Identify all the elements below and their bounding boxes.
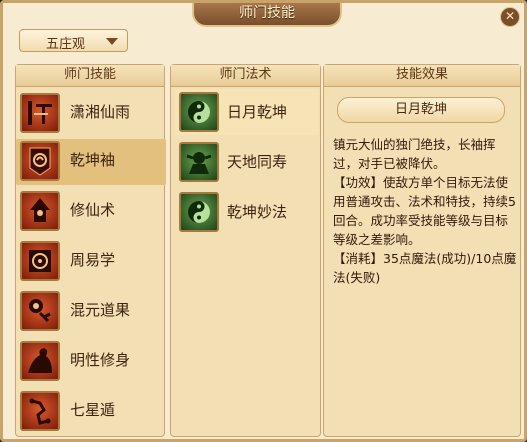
skills-panel-header: 师门技能 <box>16 65 164 87</box>
effect-line: 【功效】使敌方单个目标无法使用普通攻击、法术和特技，持续5回合。成功率受技能等级… <box>333 175 516 247</box>
rain-icon <box>20 93 60 133</box>
skill-label: 乾坤袖 <box>70 151 116 169</box>
effect-panel-header: 技能效果 <box>324 65 520 87</box>
window-title: 师门技能 <box>192 3 342 27</box>
skill-item-hunyuandaoguo[interactable]: 混元道果 <box>16 289 166 335</box>
skill-item-qixingdun[interactable]: 七星遁 <box>16 389 166 435</box>
sun-moon-icon <box>179 92 219 132</box>
spell-label: 天地同寿 <box>227 153 288 171</box>
skill-label: 混元道果 <box>70 301 131 319</box>
dao-fruit-icon <box>20 291 60 331</box>
skill-label: 明性修身 <box>70 351 131 369</box>
effect-panel: 技能效果 日月乾坤 镇元大仙的独门绝技，长袖挥过，对手已被降伏。【功效】使敌方单… <box>323 64 521 437</box>
sleeve-icon <box>20 141 60 181</box>
spell-item-qiankunmiaofa[interactable]: 乾坤妙法 <box>175 189 318 235</box>
spell-name-banner: 日月乾坤 <box>337 97 505 123</box>
chevron-down-icon <box>106 38 118 45</box>
skill-label: 潇湘仙雨 <box>70 103 131 121</box>
sect-dropdown-value: 五庄观 <box>46 37 86 52</box>
heaven-earth-icon <box>179 142 219 182</box>
effect-line: 镇元大仙的独门绝技，长袖挥过，对手已被降伏。 <box>333 137 496 171</box>
close-button[interactable]: ✕ <box>500 7 520 27</box>
cultivation-icon <box>20 191 60 231</box>
spell-label: 日月乾坤 <box>227 103 288 121</box>
sect-dropdown[interactable]: 五庄观 <box>19 29 128 52</box>
yinyang-icon <box>179 192 219 232</box>
skill-item-zhouyixue[interactable]: 周易学 <box>16 239 166 285</box>
spell-label: 乾坤妙法 <box>227 203 288 221</box>
skill-label: 周易学 <box>70 251 116 269</box>
skill-item-xiuxianshu[interactable]: 修仙术 <box>16 189 166 235</box>
skill-item-mingxingxiushen[interactable]: 明性修身 <box>16 339 166 385</box>
skill-item-qiankunxiu[interactable]: 乾坤袖 <box>16 139 166 185</box>
skill-item-xiaoxiang[interactable]: 潇湘仙雨 <box>16 91 166 137</box>
seven-stars-icon <box>20 391 60 431</box>
sect-skills-window: 师门技能 ✕ 五庄观 师门技能 潇湘仙雨 乾坤袖 修仙术 周易学 混元道果 明性… <box>0 0 527 442</box>
effect-description: 镇元大仙的独门绝技，长袖挥过，对手已被降伏。【功效】使敌方单个目标无法使用普通攻… <box>333 135 517 287</box>
spells-panel: 师门法术 日月乾坤 天地同寿 乾坤妙法 <box>170 64 321 437</box>
skill-label: 修仙术 <box>70 201 116 219</box>
skills-panel: 师门技能 潇湘仙雨 乾坤袖 修仙术 周易学 混元道果 明性修身 七星遁 <box>15 64 166 437</box>
meditation-icon <box>20 341 60 381</box>
effect-line: 【消耗】35点魔法(成功)/10点魔法(失败) <box>333 251 517 285</box>
spell-item-riyueqiankun[interactable]: 日月乾坤 <box>175 89 318 135</box>
skill-label: 七星遁 <box>70 401 116 419</box>
spell-item-tiandetongshou[interactable]: 天地同寿 <box>175 139 318 185</box>
spells-panel-header: 师门法术 <box>171 65 320 87</box>
yijing-icon <box>20 241 60 281</box>
